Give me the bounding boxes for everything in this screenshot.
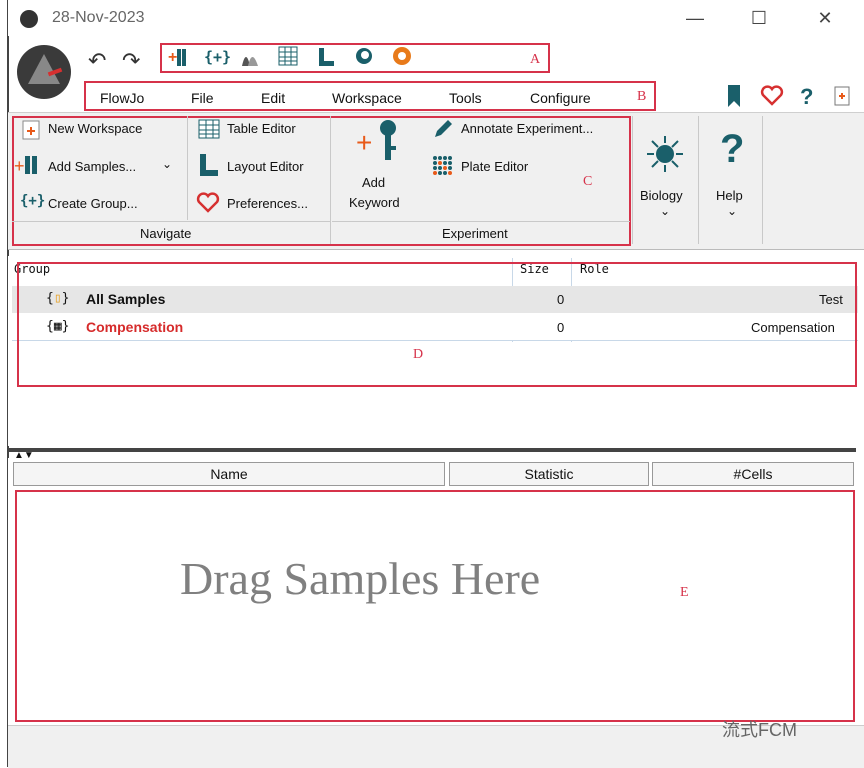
layout-editor-ribbon-icon [198, 153, 220, 180]
annotation-label-e: E [680, 585, 689, 600]
layout-editor-button[interactable]: Layout Editor [227, 159, 304, 174]
redo-icon[interactable]: ↷ [122, 48, 140, 74]
ribbon-separator [187, 116, 188, 220]
undo-icon[interactable]: ↶ [88, 48, 106, 74]
add-keyword-label-1[interactable]: Add [362, 175, 385, 190]
maximize-button[interactable]: ☐ [744, 6, 774, 30]
window-title: 28-Nov-2023 [52, 9, 145, 26]
biology-icon[interactable] [645, 134, 685, 177]
biology-button[interactable]: Biology [640, 188, 683, 203]
help-button[interactable]: Help [716, 188, 743, 203]
plate-editor-icon [432, 155, 454, 178]
annotation-label-c: C [583, 174, 593, 189]
menu-edit[interactable]: Edit [261, 90, 285, 106]
bookmark-icon[interactable] [726, 84, 742, 111]
svg-text:+: + [356, 127, 372, 158]
menu-configure[interactable]: Configure [530, 90, 591, 106]
add-samples-icon[interactable]: + [168, 46, 188, 68]
create-group-icon[interactable]: {+} [204, 46, 231, 68]
help-icon[interactable]: ? [800, 84, 813, 110]
chevron-down-icon[interactable]: ⌄ [162, 157, 172, 171]
pencil-icon [432, 118, 454, 143]
plate-editor-button[interactable]: Plate Editor [461, 159, 528, 174]
annotation-box-d [17, 262, 857, 387]
table-editor-icon[interactable] [278, 46, 298, 68]
ribbon-separator [632, 116, 633, 244]
menu-workspace[interactable]: Workspace [332, 90, 402, 106]
ribbon-group-divider [12, 221, 330, 222]
table-editor-ribbon-icon [198, 119, 220, 142]
annotation-label-b: B [637, 89, 647, 104]
app-icon [20, 10, 38, 28]
ribbon-separator [762, 116, 763, 244]
close-button[interactable]: ✕ [810, 6, 840, 30]
svg-text:+: + [14, 156, 25, 176]
create-group-ribbon-icon: {+} [20, 193, 46, 209]
panel-splitter[interactable] [8, 448, 856, 452]
navigate-group-label: Navigate [140, 226, 192, 241]
menu-file[interactable]: File [191, 90, 214, 106]
svg-text:+: + [168, 49, 177, 66]
sample-gate-icon[interactable] [240, 46, 260, 68]
statistic-column-header[interactable]: Statistic [449, 462, 649, 486]
annotation-label-d: D [413, 347, 424, 362]
new-workspace-icon [22, 120, 40, 143]
new-workspace-button[interactable]: New Workspace [48, 121, 142, 136]
minimize-button[interactable]: — [680, 6, 710, 30]
annotation-label-a: A [530, 52, 541, 67]
ribbon-separator [698, 116, 699, 244]
create-group-button[interactable]: Create Group... [48, 196, 138, 211]
heart-icon[interactable] [760, 84, 784, 109]
help-chevron-icon[interactable]: ⌄ [727, 204, 737, 218]
watermark: 流式FCM [722, 720, 797, 740]
ribbon-group-divider [332, 221, 630, 222]
preferences-button[interactable]: Preferences... [227, 196, 308, 211]
circle-icon[interactable] [354, 46, 374, 68]
add-keyword-icon: + [356, 118, 400, 167]
help-large-icon[interactable]: ? [720, 127, 744, 172]
drag-samples-placeholder[interactable]: Drag Samples Here [180, 552, 540, 605]
document-icon[interactable] [834, 86, 850, 109]
biology-chevron-icon[interactable]: ⌄ [660, 204, 670, 218]
menu-tools[interactable]: Tools [449, 90, 482, 106]
ribbon-separator [330, 116, 331, 244]
preferences-heart-icon [196, 191, 220, 216]
experiment-group-label: Experiment [442, 226, 508, 241]
add-keyword-label-2[interactable]: Keyword [349, 195, 400, 210]
table-editor-button[interactable]: Table Editor [227, 121, 296, 136]
add-samples-button[interactable]: Add Samples... [48, 159, 136, 174]
cells-column-header[interactable]: #Cells [652, 462, 854, 486]
add-samples-ribbon-icon: + [14, 154, 42, 179]
name-column-header[interactable]: Name [13, 462, 445, 486]
layout-editor-icon[interactable] [316, 46, 336, 68]
plugin-icon[interactable] [392, 46, 412, 68]
menu-flowjo[interactable]: FlowJo [100, 90, 144, 106]
annotate-experiment-button[interactable]: Annotate Experiment... [461, 121, 593, 136]
annotation-box-e [15, 490, 855, 722]
